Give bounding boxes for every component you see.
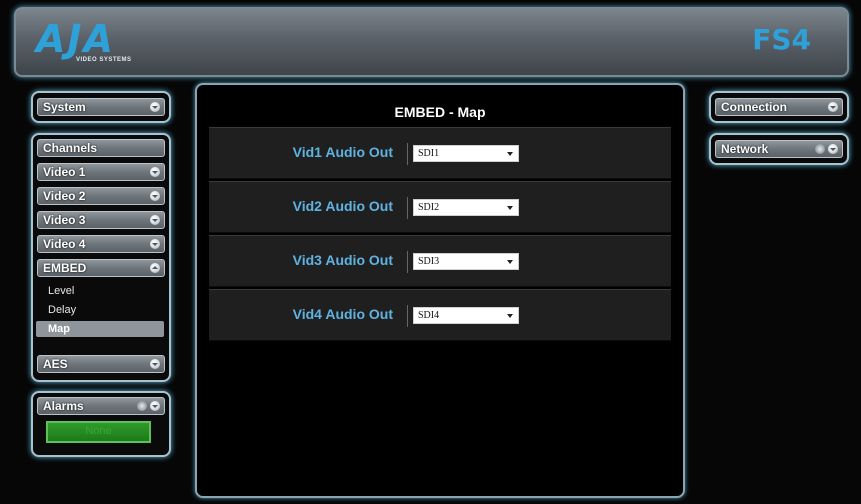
logo-text: AJA [36, 17, 115, 61]
main-panel: EMBED - Map Vid1 Audio Out SDI1 Vid2 Aud… [195, 83, 685, 498]
row-label: Vid4 Audio Out [292, 306, 393, 322]
expand-icon [828, 144, 838, 154]
nav-video-2-label: Video 2 [43, 189, 86, 203]
nav-video-2[interactable]: Video 2 [37, 187, 165, 205]
alarms-header[interactable]: Alarms [37, 397, 165, 415]
alarm-status-indicator: None [46, 421, 151, 443]
system-panel: System [31, 91, 171, 123]
network-button[interactable]: Network [715, 140, 843, 158]
expand-icon [150, 359, 160, 369]
expand-icon [150, 401, 160, 411]
expand-icon [150, 167, 160, 177]
network-label: Network [721, 142, 769, 156]
dropdown-arrow-icon [507, 260, 513, 264]
nav-video-1-label: Video 1 [43, 165, 86, 179]
dropdown-arrow-icon [507, 206, 513, 210]
expand-icon [150, 102, 160, 112]
select-value: SDI1 [418, 148, 440, 159]
channels-panel: Channels Video 1 Video 2 Video 3 Video 4… [31, 133, 171, 382]
nav-aes-label: AES [43, 357, 68, 371]
aja-logo: AJA VIDEO SYSTEMS [36, 17, 181, 69]
system-button[interactable]: System [37, 98, 165, 116]
audio-source-select[interactable]: SDI1 [413, 145, 519, 162]
product-name: FS4 [752, 23, 811, 56]
map-row: Vid2 Audio Out SDI2 [209, 181, 671, 233]
connection-panel: Connection [709, 91, 849, 123]
dropdown-arrow-icon [507, 314, 513, 318]
select-value: SDI2 [418, 202, 440, 213]
alarms-label: Alarms [43, 399, 84, 413]
map-row: Vid3 Audio Out SDI3 [209, 235, 671, 287]
divider [407, 251, 408, 273]
nav-aes[interactable]: AES [37, 355, 165, 373]
subnav-delay[interactable]: Delay [36, 302, 164, 318]
page-title: EMBED - Map [394, 104, 486, 120]
row-label: Vid2 Audio Out [292, 198, 393, 214]
alarm-status-text: None [85, 425, 112, 437]
gear-icon[interactable] [815, 144, 825, 154]
nav-video-1[interactable]: Video 1 [37, 163, 165, 181]
select-value: SDI3 [418, 256, 440, 267]
channels-label: Channels [43, 141, 98, 155]
connection-button[interactable]: Connection [715, 98, 843, 116]
expand-icon [150, 239, 160, 249]
map-row: Vid1 Audio Out SDI1 [209, 127, 671, 179]
system-label: System [43, 100, 86, 114]
audio-source-select[interactable]: SDI2 [413, 199, 519, 216]
collapse-icon [150, 263, 160, 273]
expand-icon [828, 102, 838, 112]
connection-label: Connection [721, 100, 787, 114]
audio-source-select[interactable]: SDI3 [413, 253, 519, 270]
row-label: Vid3 Audio Out [292, 252, 393, 268]
subnav-map[interactable]: Map [36, 321, 164, 337]
channels-header[interactable]: Channels [37, 139, 165, 157]
divider [407, 197, 408, 219]
network-panel: Network [709, 133, 849, 165]
nav-embed-label: EMBED [43, 261, 87, 275]
gear-icon[interactable] [137, 401, 147, 411]
nav-video-3-label: Video 3 [43, 213, 86, 227]
logo-subtext: VIDEO SYSTEMS [76, 57, 132, 63]
nav-video-4[interactable]: Video 4 [37, 235, 165, 253]
nav-video-3[interactable]: Video 3 [37, 211, 165, 229]
dropdown-arrow-icon [507, 152, 513, 156]
audio-source-select[interactable]: SDI4 [413, 307, 519, 324]
expand-icon [150, 191, 160, 201]
expand-icon [150, 215, 160, 225]
divider [407, 305, 408, 327]
divider [407, 143, 408, 165]
map-row: Vid4 Audio Out SDI4 [209, 289, 671, 341]
nav-embed[interactable]: EMBED [37, 259, 165, 277]
alarms-panel: Alarms None [31, 391, 171, 457]
nav-video-4-label: Video 4 [43, 237, 86, 251]
header-bar: AJA VIDEO SYSTEMS FS4 [14, 7, 849, 77]
row-label: Vid1 Audio Out [292, 144, 393, 160]
subnav-level[interactable]: Level [36, 283, 164, 299]
select-value: SDI4 [418, 310, 440, 321]
